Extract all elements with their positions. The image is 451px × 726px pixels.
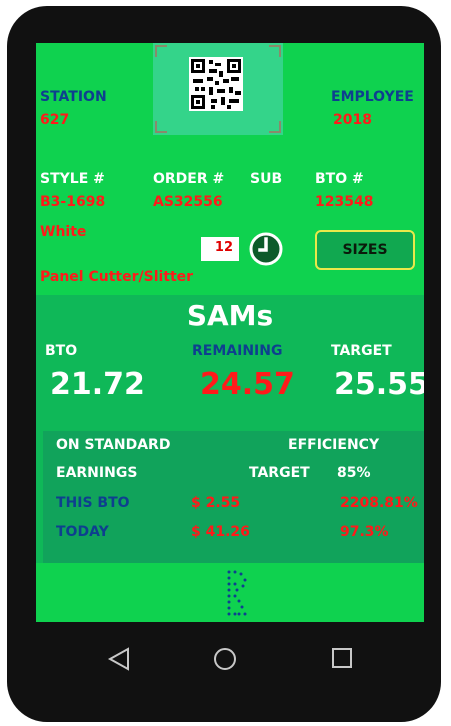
quantity-field[interactable]: 12: [201, 237, 239, 261]
qr-frame-corner: [155, 45, 167, 57]
sams-remaining-label: REMAINING: [192, 343, 283, 359]
order-value: AS32556: [153, 194, 223, 210]
sams-panel: SAMs BTO REMAINING TARGET 21.72 24.57 25…: [36, 295, 424, 563]
footer-bar: [36, 563, 424, 622]
station-label: STATION: [40, 89, 107, 105]
this-bto-amount: $ 2.55: [191, 495, 241, 511]
employee-label: EMPLOYEE: [331, 89, 414, 105]
qr-code-panel[interactable]: [153, 43, 283, 135]
today-label: TODAY: [56, 524, 109, 540]
sams-title: SAMs: [186, 299, 274, 332]
qr-frame-corner: [269, 45, 281, 57]
station-value: 627: [40, 112, 70, 128]
home-icon[interactable]: [212, 646, 238, 672]
today-efficiency: 97.3%: [340, 524, 389, 540]
target-label: TARGET: [249, 465, 310, 481]
today-amount: $ 41.26: [191, 524, 250, 540]
qr-frame-corner: [155, 121, 167, 133]
efficiency-label: EFFICIENCY: [288, 437, 380, 453]
sams-remaining-value: 24.57: [200, 367, 295, 402]
sub-label: SUB: [250, 171, 283, 187]
style-label: STYLE #: [40, 171, 105, 187]
order-label: ORDER #: [153, 171, 225, 187]
bto-number-value: 123548: [315, 194, 374, 210]
sams-target-label: TARGET: [331, 343, 392, 359]
clock-icon[interactable]: [249, 232, 283, 266]
earnings-label: EARNINGS: [56, 465, 138, 481]
operation-label: Panel Cutter/Slitter: [40, 269, 194, 285]
sams-bto-value: 21.72: [50, 367, 145, 402]
qr-code-icon: [189, 57, 243, 111]
recent-apps-icon[interactable]: [330, 646, 354, 670]
style-color: White: [40, 224, 87, 240]
logo-icon: [226, 569, 248, 617]
this-bto-efficiency: 2208.81%: [340, 495, 418, 511]
this-bto-label: THIS BTO: [56, 495, 130, 511]
sams-target-value: 25.55: [334, 367, 424, 402]
earnings-panel: ON STANDARD EFFICIENCY EARNINGS TARGET 8…: [43, 431, 424, 563]
android-nav-bar: [7, 622, 441, 702]
back-icon[interactable]: [106, 646, 132, 672]
sizes-button[interactable]: SIZES: [315, 230, 415, 270]
bto-number-label: BTO #: [315, 171, 364, 187]
employee-value: 2018: [333, 112, 372, 128]
target-efficiency-value: 85%: [337, 465, 371, 481]
sams-bto-label: BTO: [45, 343, 78, 359]
app-screen: STATION 627 EMPLOYEE 2018 STYLE # B3-169…: [36, 43, 424, 622]
style-value: B3-1698: [40, 194, 106, 210]
on-standard-label: ON STANDARD: [56, 437, 171, 453]
qr-frame-corner: [269, 121, 281, 133]
